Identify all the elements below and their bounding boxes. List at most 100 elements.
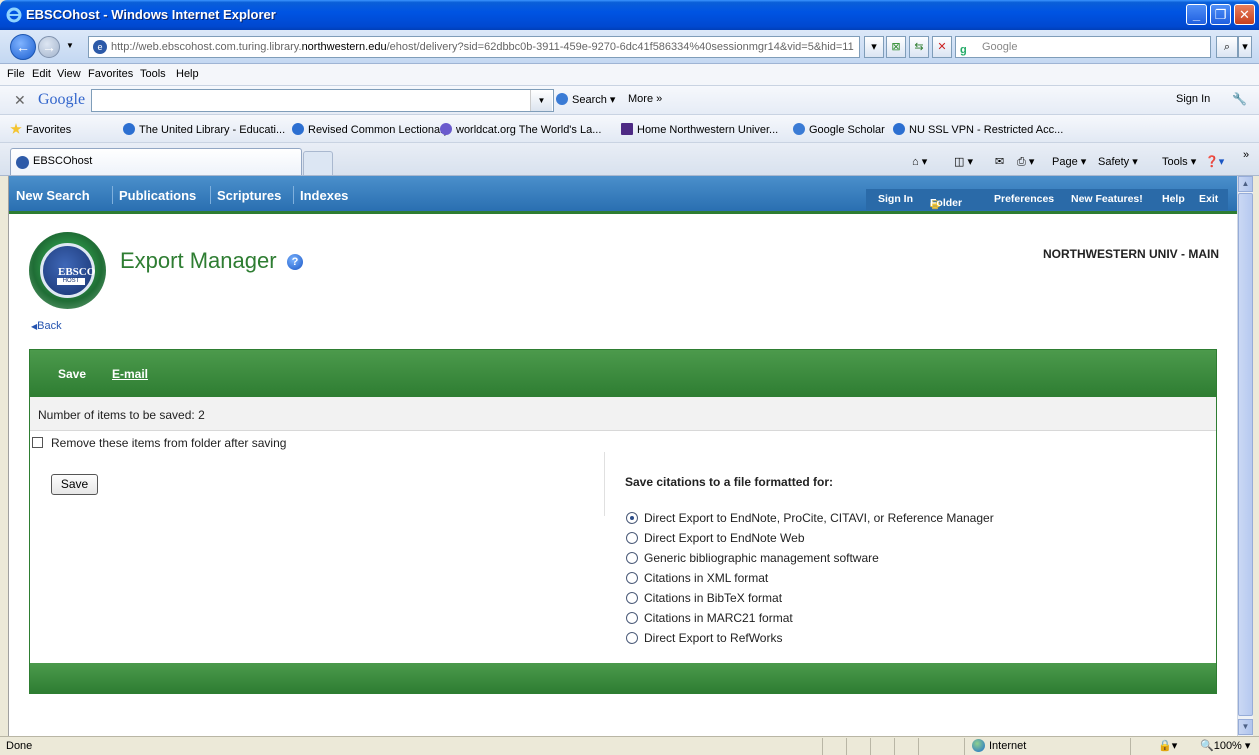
status-cell — [964, 738, 965, 755]
chevron-more-icon[interactable]: » — [1243, 149, 1249, 161]
help-menu-icon[interactable]: ❓▾ — [1205, 155, 1224, 168]
nav-new-search[interactable]: New Search — [16, 188, 90, 203]
scroll-down-arrow-icon[interactable]: ▼ — [1238, 719, 1253, 735]
format-radio[interactable] — [626, 572, 638, 584]
format-option[interactable]: Direct Export to EndNote, ProCite, CITAV… — [626, 511, 994, 531]
menu-favorites[interactable]: Favorites — [88, 68, 133, 80]
refresh-icon[interactable]: ⇆ — [909, 36, 929, 58]
address-input[interactable]: e http://web.ebscohost.com.turing.librar… — [88, 36, 860, 58]
format-radio[interactable] — [626, 632, 638, 644]
tab-ebscohost[interactable]: EBSCOhost — [10, 148, 302, 175]
favorite-item-united-library[interactable]: The United Library - Educati... — [123, 123, 285, 136]
vertical-scrollbar[interactable]: ▲ ▼ — [1237, 176, 1253, 736]
close-button[interactable]: ✕ — [1234, 4, 1255, 25]
format-radio[interactable] — [626, 612, 638, 624]
format-option[interactable]: Generic bibliographic management softwar… — [626, 551, 994, 571]
tab-email[interactable]: E-mail — [112, 367, 148, 381]
new-tab-button[interactable] — [303, 151, 333, 175]
nav-new-features[interactable]: New Features! — [1071, 193, 1143, 205]
stop-icon[interactable]: ✕ — [932, 36, 952, 58]
internet-globe-icon — [972, 739, 985, 752]
format-radio-selected[interactable] — [626, 512, 638, 524]
history-dropdown-icon[interactable]: ▼ — [66, 41, 74, 50]
format-radio[interactable] — [626, 532, 638, 544]
forward-nav-button[interactable]: → — [38, 36, 60, 58]
search-go-icon[interactable]: ⌕ — [1216, 36, 1238, 58]
wrench-icon[interactable]: 🔧 — [1232, 92, 1247, 106]
favorite-item-nu-vpn[interactable]: NU SSL VPN - Restricted Acc... — [893, 123, 1063, 136]
format-option[interactable]: Direct Export to EndNote Web — [626, 531, 994, 551]
safety-menu-button[interactable]: Safety ▾ — [1098, 155, 1138, 168]
nav-preferences[interactable]: Preferences — [994, 193, 1054, 205]
compatibility-view-icon[interactable]: ⊠ — [886, 36, 906, 58]
remove-items-option[interactable]: Remove these items from folder after sav… — [32, 436, 286, 450]
favorite-label: Home Northwestern Univer... — [637, 124, 779, 136]
favorite-item-google-scholar[interactable]: Google Scholar — [793, 123, 885, 136]
maximize-button[interactable]: ❐ — [1210, 4, 1231, 25]
nav-scriptures[interactable]: Scriptures — [217, 188, 281, 203]
minimize-button[interactable]: _ — [1186, 4, 1207, 25]
menu-tools[interactable]: Tools — [140, 68, 166, 80]
item-count: Number of items to be saved: 2 — [30, 397, 1216, 431]
format-option[interactable]: Citations in MARC21 format — [626, 611, 994, 631]
mail-icon[interactable]: ✉ — [995, 155, 1004, 168]
menu-edit[interactable]: Edit — [32, 68, 51, 80]
nav-help[interactable]: Help — [1162, 193, 1185, 205]
nav-publications[interactable]: Publications — [119, 188, 196, 203]
menu-view[interactable]: View — [57, 68, 81, 80]
google-search-button[interactable]: Search ▾ — [556, 93, 615, 106]
tools-menu-button[interactable]: Tools ▾ — [1162, 155, 1196, 168]
google-more-button[interactable]: More » — [628, 93, 662, 105]
menu-help[interactable]: Help — [176, 68, 199, 80]
format-option[interactable]: Citations in XML format — [626, 571, 994, 591]
remove-items-checkbox[interactable] — [32, 437, 43, 448]
favorite-item-worldcat[interactable]: worldcat.org The World's La... — [440, 123, 601, 136]
format-radio[interactable] — [626, 592, 638, 604]
help-icon[interactable]: ? — [287, 254, 303, 270]
favorite-label: The United Library - Educati... — [139, 124, 286, 136]
page-viewport: New Search Publications Scriptures Index… — [8, 176, 1237, 736]
window-title-bar[interactable]: EBSCOhost - Windows Internet Explorer _ … — [0, 0, 1259, 30]
window-title: EBSCOhost - Windows Internet Explorer — [26, 7, 276, 22]
format-radio[interactable] — [626, 552, 638, 564]
close-toolbar-icon[interactable]: ✕ — [14, 92, 26, 109]
home-icon[interactable]: ⌂ ▾ — [912, 155, 927, 168]
feeds-icon[interactable]: ◫ ▾ — [954, 155, 973, 168]
scroll-up-arrow-icon[interactable]: ▲ — [1238, 176, 1253, 192]
scroll-thumb[interactable] — [1238, 193, 1253, 716]
ebscohost-logo[interactable]: EBSCO HOST — [29, 232, 106, 309]
favorite-item-lectionary[interactable]: Revised Common Lectionary — [292, 123, 449, 136]
menu-file[interactable]: File — [7, 68, 25, 80]
save-button[interactable]: Save — [51, 474, 98, 495]
address-dropdown-button[interactable]: ▾ — [864, 36, 884, 58]
zoom-level[interactable]: 🔍100% ▾ — [1200, 739, 1250, 752]
nav-sign-in[interactable]: Sign In — [878, 193, 913, 205]
favorites-button[interactable]: Favorites — [10, 123, 71, 136]
protected-mode-icon[interactable]: 🔒▾ — [1158, 739, 1177, 752]
tab-save[interactable]: Save — [58, 367, 86, 381]
security-zone[interactable]: Internet — [972, 739, 1026, 752]
google-input-dropdown[interactable]: ▼ — [530, 90, 552, 111]
format-option[interactable]: Citations in BibTeX format — [626, 591, 994, 611]
nav-indexes[interactable]: Indexes — [300, 188, 348, 203]
google-sign-in-label: Sign In — [1176, 93, 1211, 105]
institution-name: NORTHWESTERN UNIV - MAIN — [1043, 247, 1219, 261]
column-divider — [604, 452, 605, 516]
browser-search-input[interactable]: g Google — [955, 36, 1211, 58]
nav-exit[interactable]: Exit — [1199, 193, 1218, 205]
google-toolbar-input[interactable] — [91, 89, 554, 112]
favorite-item-northwestern[interactable]: Home Northwestern Univer... — [621, 123, 778, 136]
search-options-icon[interactable]: ▾ — [1238, 36, 1252, 58]
remove-items-label: Remove these items from folder after sav… — [51, 436, 287, 450]
tab-bar: EBSCOhost ⌂ ▾ ◫ ▾ ✉ ⎙ ▾ Page ▾ Safety ▾ … — [0, 143, 1259, 176]
back-nav-button[interactable]: ← — [10, 34, 36, 60]
google-toolbar: ✕ Google ▼ Search ▾ More » Sign In 🔧 — [0, 86, 1259, 115]
format-option[interactable]: Direct Export to RefWorks — [626, 631, 994, 651]
format-label: Generic bibliographic management softwar… — [644, 551, 879, 565]
favorite-label: Revised Common Lectionary — [308, 124, 450, 136]
back-link[interactable]: ◀Back — [31, 320, 62, 332]
google-sign-in-button[interactable]: Sign In — [1176, 93, 1210, 105]
print-icon[interactable]: ⎙ ▾ — [1017, 155, 1034, 169]
page-menu-button[interactable]: Page ▾ — [1052, 155, 1086, 168]
status-cell — [918, 738, 919, 755]
